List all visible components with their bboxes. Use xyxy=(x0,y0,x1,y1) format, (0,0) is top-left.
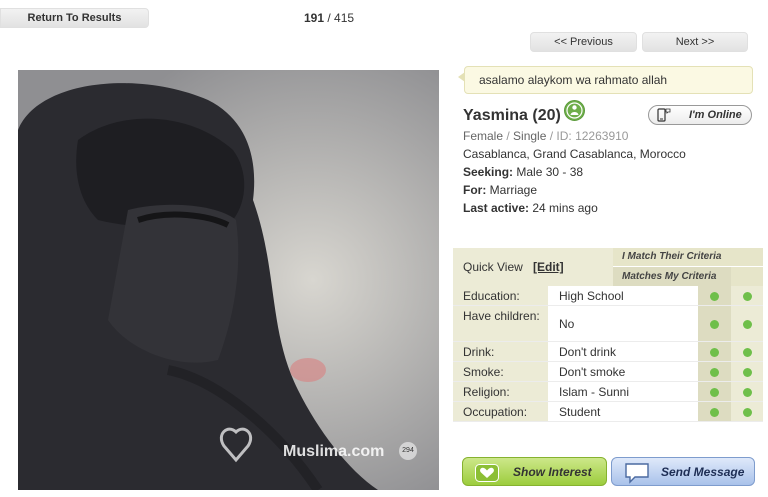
i-match-their-criteria-header: I Match Their Criteria xyxy=(613,248,763,266)
row-label: Smoke: xyxy=(453,362,548,381)
last-active: Last active: 24 mins ago xyxy=(463,201,598,215)
criteria-column-header xyxy=(731,267,763,286)
match-their-dot xyxy=(710,292,719,301)
match-their-dot xyxy=(710,368,719,377)
phone-chat-icon xyxy=(657,108,671,122)
row-value: High School xyxy=(548,286,698,305)
send-message-button[interactable]: Send Message xyxy=(611,457,755,486)
row-label: Have children: xyxy=(453,306,548,341)
match-mine-dot xyxy=(743,388,752,397)
online-label: I'm Online xyxy=(689,109,742,121)
profile-photo[interactable]: Muslima.com 294 xyxy=(18,70,439,490)
row-label: Occupation: xyxy=(453,402,548,421)
row-value: Don't drink xyxy=(548,342,698,361)
previous-button[interactable]: << Previous xyxy=(530,32,637,52)
row-label: Drink: xyxy=(453,342,548,361)
location: Casablanca, Grand Casablanca, Morocco xyxy=(463,147,686,161)
row-label: Religion: xyxy=(453,382,548,401)
table-row-occupation: Occupation: Student xyxy=(453,402,763,422)
show-interest-label: Show Interest xyxy=(513,465,592,479)
match-their-dot xyxy=(710,388,719,397)
quick-view-edit-link[interactable]: [Edit] xyxy=(533,260,564,274)
match-their-dot xyxy=(710,348,719,357)
quick-view-table: Education: High School Have children: No… xyxy=(453,286,763,422)
show-interest-button[interactable]: Show Interest xyxy=(462,457,607,486)
photo-count-badge: 294 xyxy=(399,442,417,460)
row-value: Don't smoke xyxy=(548,362,698,381)
next-button[interactable]: Next >> xyxy=(642,32,748,52)
row-label: Education: xyxy=(453,286,548,305)
row-value: Student xyxy=(548,402,698,421)
photo-watermark: Muslima.com xyxy=(283,443,385,460)
im-online-button[interactable]: I'm Online xyxy=(648,105,752,125)
status-message: asalamo alaykom wa rahmato allah xyxy=(458,66,753,94)
photo-figure xyxy=(18,70,439,490)
table-row-drink: Drink: Don't drink xyxy=(453,342,763,362)
gender-status-id: Female / Single / ID: 12263910 xyxy=(463,129,629,143)
table-row-religion: Religion: Islam - Sunni xyxy=(453,382,763,402)
verified-user-icon xyxy=(564,100,585,121)
table-row-children: Have children: No xyxy=(453,306,763,342)
row-value: No xyxy=(548,306,698,341)
relationship-goal: For: Marriage xyxy=(463,183,538,197)
match-mine-dot xyxy=(743,320,752,329)
table-row-education: Education: High School xyxy=(453,286,763,306)
result-counter: 191 / 415 xyxy=(304,11,355,25)
row-value: Islam - Sunni xyxy=(548,382,698,401)
speech-bubble-icon xyxy=(625,463,649,484)
table-row-smoke: Smoke: Don't smoke xyxy=(453,362,763,382)
profile-name: Yasmina (20) xyxy=(463,107,561,124)
seeking: Seeking: Male 30 - 38 xyxy=(463,165,584,179)
match-mine-dot xyxy=(743,292,752,301)
match-mine-dot xyxy=(743,408,752,417)
send-message-label: Send Message xyxy=(661,465,745,479)
match-mine-dot xyxy=(743,368,752,377)
matches-my-criteria-header: Matches My Criteria xyxy=(613,267,731,286)
match-their-dot xyxy=(710,320,719,329)
match-mine-dot xyxy=(743,348,752,357)
quick-view-title: Quick View xyxy=(463,260,523,274)
heart-icon xyxy=(475,464,499,482)
match-their-dot xyxy=(710,408,719,417)
return-to-results-button[interactable]: Return To Results xyxy=(0,8,149,28)
